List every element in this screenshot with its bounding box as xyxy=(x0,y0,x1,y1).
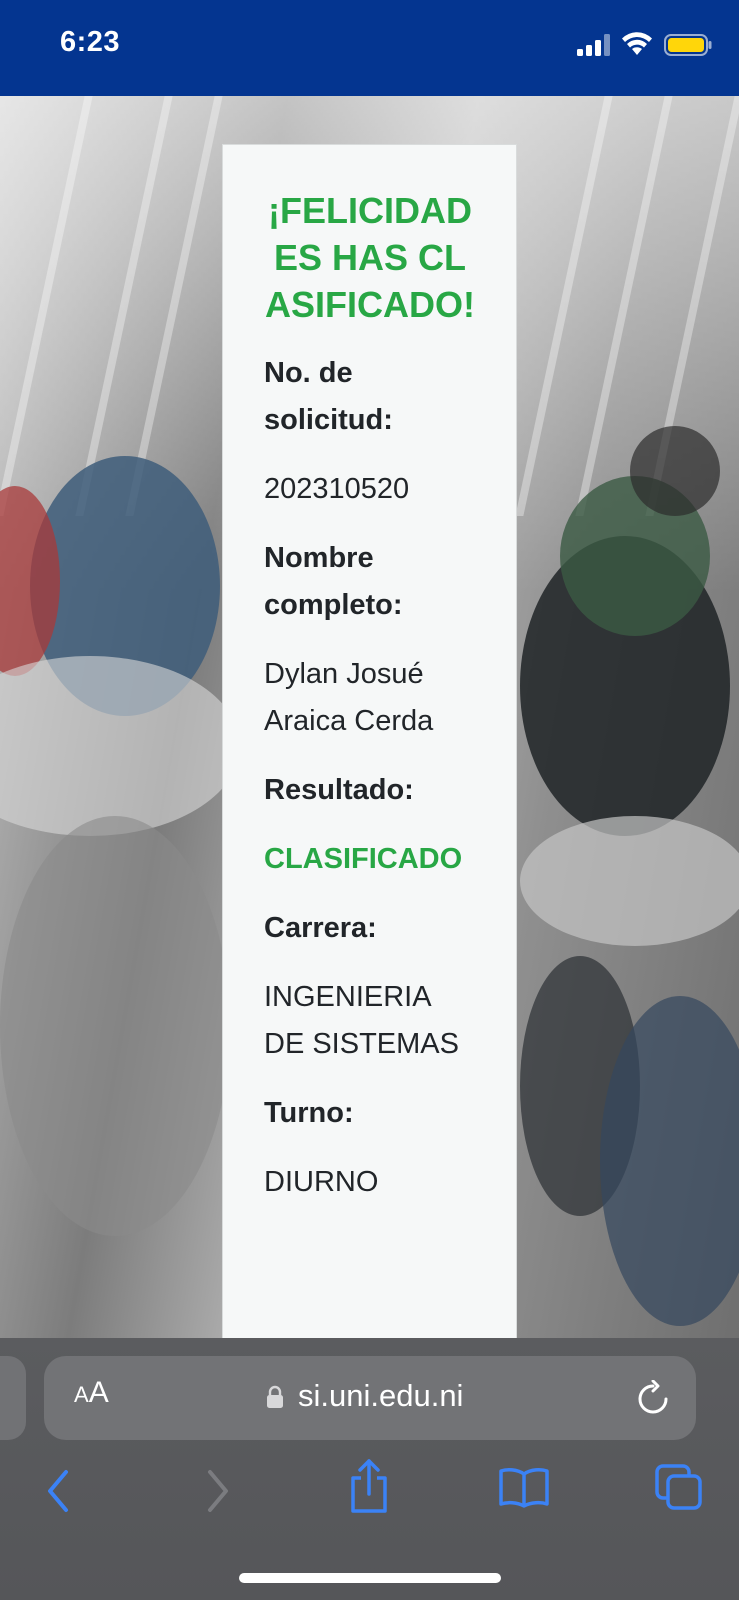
full-name-label: Nombre completo: xyxy=(264,542,403,621)
reader-text-size-button[interactable]: AA xyxy=(74,1376,109,1410)
application-number-label: No. de solicitud: xyxy=(264,357,393,436)
browser-toolbar xyxy=(0,1458,739,1538)
clock: 6:23 xyxy=(60,26,121,58)
lock-icon xyxy=(267,1385,283,1408)
battery-icon xyxy=(664,34,712,56)
home-indicator[interactable] xyxy=(239,1573,501,1583)
career-label: Carrera: xyxy=(264,912,377,944)
shift-value: DIURNO xyxy=(264,1166,379,1198)
previous-tab-edge[interactable] xyxy=(0,1356,26,1440)
share-icon[interactable] xyxy=(348,1458,390,1514)
signal-icon xyxy=(577,34,610,56)
bookmarks-icon[interactable] xyxy=(499,1466,549,1508)
result-label: Resultado: xyxy=(264,774,414,806)
congratulations-headline: ¡FELICIDADES HAS CLASIFICADO! xyxy=(265,190,475,325)
status-bar: 6:23 xyxy=(0,0,739,96)
shift-label: Turno: xyxy=(264,1097,354,1129)
forward-icon[interactable] xyxy=(204,1468,232,1514)
result-value: CLASIFICADO xyxy=(264,843,463,875)
application-number-value: 202310520 xyxy=(264,473,410,505)
career-value: INGENIERIA DE SISTEMAS xyxy=(264,981,459,1060)
reload-icon[interactable] xyxy=(636,1380,670,1416)
tabs-icon[interactable] xyxy=(655,1464,703,1510)
result-card: ¡FELICIDADES HAS CLASIFICADO! No. de sol… xyxy=(222,144,517,1344)
address-bar[interactable]: AA si.uni.edu.ni xyxy=(44,1356,696,1440)
browser-chrome: AA si.uni.edu.ni xyxy=(0,1338,739,1600)
url-text[interactable]: si.uni.edu.ni xyxy=(298,1378,463,1414)
full-name-value: Dylan Josué Araica Cerda xyxy=(264,658,434,737)
back-icon[interactable] xyxy=(44,1468,72,1514)
wifi-icon xyxy=(622,32,652,55)
